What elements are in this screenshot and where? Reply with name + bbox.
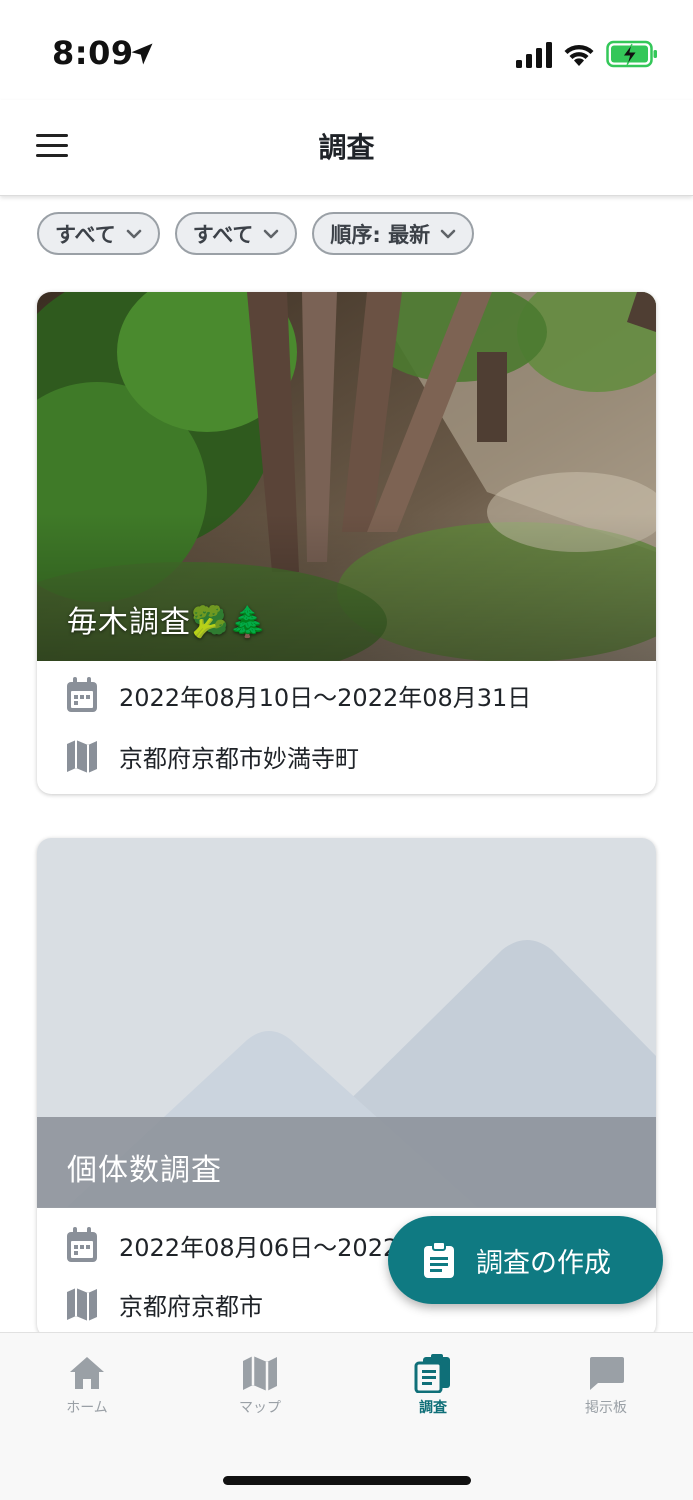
create-survey-label: 調査の作成 bbox=[476, 1247, 611, 1279]
chevron-down-icon bbox=[264, 229, 279, 238]
nav-label: 調査 bbox=[419, 1400, 447, 1416]
survey-date-range: 2022年08月10日〜2022年08月31日 bbox=[119, 683, 532, 712]
clipboard-icon bbox=[414, 1354, 450, 1393]
status-time: 8:09 bbox=[52, 34, 134, 72]
survey-card-title: 毎木調査🥦🌲 bbox=[67, 605, 268, 640]
survey-date-row: 2022年08月06日〜2022 bbox=[65, 1226, 398, 1264]
survey-location: 京都府京都市妙満寺町 bbox=[119, 744, 359, 773]
page-title: 調査 bbox=[318, 131, 375, 164]
filter-chip-label: すべて bbox=[192, 222, 254, 247]
survey-location-row: 京都府京都市 bbox=[65, 1285, 263, 1323]
app-header: 調査 bbox=[0, 100, 693, 196]
location-arrow-icon bbox=[131, 43, 153, 65]
map-icon bbox=[67, 740, 97, 773]
bottom-navigation: ホーム マップ 調査 掲示板 bbox=[0, 1332, 693, 1500]
filter-chip-label: 順序: 最新 bbox=[330, 222, 431, 247]
nav-item-board[interactable]: 掲示板 bbox=[546, 1353, 666, 1417]
survey-date-row: 2022年08月10日〜2022年08月31日 bbox=[65, 676, 531, 714]
status-bar: 8:09 bbox=[0, 0, 693, 100]
survey-date-range: 2022年08月06日〜2022 bbox=[119, 1233, 399, 1262]
calendar-icon bbox=[67, 677, 97, 712]
survey-card[interactable]: 毎木調査🥦🌲 2022年08月10日〜2022年08月31日 京都府京都市妙満寺… bbox=[37, 292, 656, 794]
filter-chip-category[interactable]: すべて bbox=[37, 212, 160, 255]
home-indicator[interactable] bbox=[223, 1476, 471, 1485]
survey-location: 京都府京都市 bbox=[119, 1292, 263, 1321]
nav-item-survey[interactable]: 調査 bbox=[373, 1353, 493, 1417]
nav-label: 掲示板 bbox=[585, 1400, 627, 1416]
calendar-icon bbox=[67, 1227, 97, 1262]
filter-chip-sort[interactable]: 順序: 最新 bbox=[312, 212, 475, 255]
map-icon bbox=[243, 1356, 277, 1391]
home-icon bbox=[70, 1357, 104, 1389]
create-survey-button[interactable]: 調査の作成 bbox=[388, 1216, 663, 1304]
filter-chip-label: すべて bbox=[55, 222, 116, 247]
nav-item-home[interactable]: ホーム bbox=[27, 1353, 147, 1417]
battery-charging-icon bbox=[606, 40, 657, 68]
chevron-down-icon bbox=[440, 229, 456, 238]
filter-bar: すべて すべて 順序: 最新 bbox=[37, 212, 475, 256]
chat-icon bbox=[590, 1357, 624, 1390]
nav-label: ホーム bbox=[66, 1400, 108, 1416]
map-icon bbox=[67, 1288, 97, 1321]
wifi-icon bbox=[564, 44, 594, 66]
survey-location-row: 京都府京都市妙満寺町 bbox=[65, 737, 359, 775]
filter-chip-status[interactable]: すべて bbox=[174, 212, 298, 255]
nav-item-map[interactable]: マップ bbox=[200, 1353, 320, 1417]
cellular-signal-icon bbox=[516, 42, 552, 68]
survey-card-title: 個体数調査 bbox=[67, 1153, 222, 1188]
clipboard-icon bbox=[424, 1241, 454, 1278]
chevron-down-icon bbox=[126, 229, 142, 238]
nav-label: マップ bbox=[239, 1400, 281, 1416]
